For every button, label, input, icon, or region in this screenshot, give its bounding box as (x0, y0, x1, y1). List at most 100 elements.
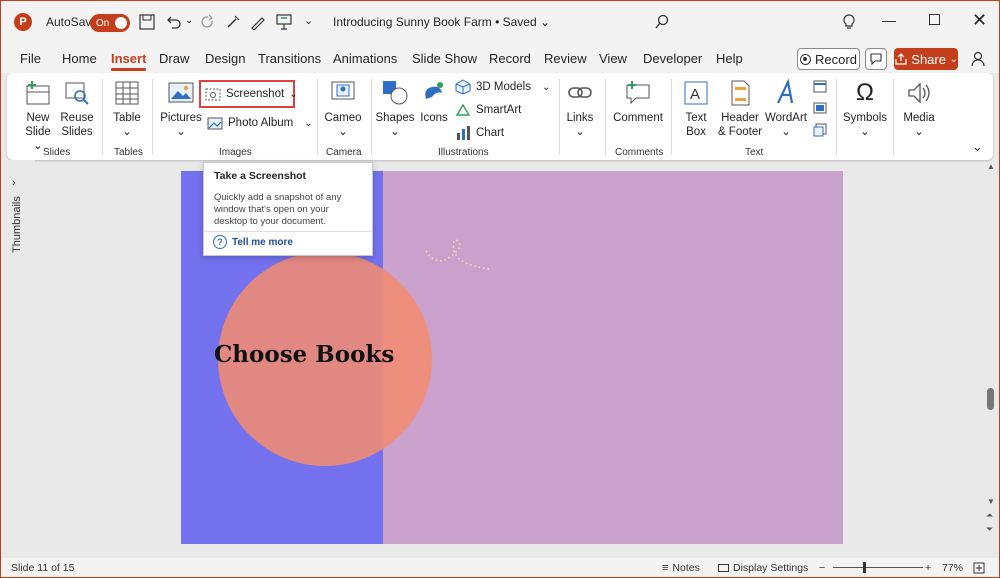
pen-icon[interactable] (250, 14, 266, 30)
screenshot-button[interactable]: Screenshot ⌄ (205, 86, 298, 102)
group-separator (317, 79, 318, 155)
text-box-button[interactable]: A Text Box (679, 79, 713, 139)
vertical-scrollbar[interactable]: ▲ ▼ ⏶ ⏷ (983, 160, 999, 558)
redo-icon[interactable] (200, 14, 216, 30)
chart-button[interactable]: Chart (455, 125, 504, 141)
shapes-icon (383, 81, 408, 105)
tab-transitions[interactable]: Transitions (258, 51, 321, 66)
table-button[interactable]: Table ⌄ (110, 79, 144, 139)
tab-record[interactable]: Record (489, 51, 531, 66)
group-label-slides: Slides (43, 147, 71, 158)
ribbon-expand-icon[interactable]: ⌄ (972, 139, 983, 155)
customize-qat-icon[interactable]: ⌄ (304, 14, 313, 27)
media-button[interactable]: Media ⌄ (899, 79, 939, 139)
new-slide-button[interactable]: New Slide ⌄ (21, 79, 55, 153)
tab-insert[interactable]: Insert (111, 51, 147, 71)
zoom-slider[interactable] (833, 567, 923, 568)
pictures-button[interactable]: Pictures ⌄ (160, 79, 202, 139)
tab-help[interactable]: Help (716, 51, 743, 66)
search-icon[interactable] (654, 14, 670, 30)
screenshot-tooltip: Take a Screenshot Quickly add a snapshot… (203, 162, 373, 256)
header-footer-button[interactable]: Header & Footer (717, 79, 763, 139)
record-button[interactable]: Record (797, 48, 860, 70)
scroll-down-icon[interactable]: ▼ (987, 497, 995, 506)
wordart-button[interactable]: WordArt ⌄ (765, 79, 807, 139)
tab-home[interactable]: Home (62, 51, 97, 66)
scroll-thumb[interactable] (987, 388, 994, 410)
group-label-text: Text (745, 147, 764, 158)
tab-slide-show[interactable]: Slide Show (412, 51, 477, 66)
format-painter-icon[interactable] (225, 14, 241, 30)
object-icon[interactable] (812, 122, 828, 138)
text-box-icon: A (684, 81, 708, 105)
dotted-flourish (425, 239, 491, 270)
undo-dropdown-icon[interactable]: ⌄ (185, 15, 193, 26)
autosave-toggle[interactable]: On (90, 14, 130, 32)
expand-thumbnails-icon[interactable]: › (12, 177, 16, 189)
save-icon[interactable] (139, 14, 155, 30)
cameo-button[interactable]: Cameo ⌄ (323, 79, 363, 139)
zoom-level[interactable]: 77% (942, 562, 963, 574)
minimize-icon[interactable]: — (882, 12, 896, 28)
thumbnails-label[interactable]: Thumbnails (11, 196, 23, 253)
lightbulb-icon[interactable] (842, 14, 856, 30)
title-chevron-icon: ⌄ (540, 15, 551, 29)
display-icon (718, 564, 729, 572)
tab-developer[interactable]: Developer (643, 51, 702, 66)
symbols-button[interactable]: Ω Symbols ⌄ (841, 79, 889, 139)
group-separator (152, 79, 153, 155)
slide-number-icon[interactable] (812, 100, 828, 116)
omega-icon: Ω (856, 79, 874, 106)
shapes-button[interactable]: Shapes ⌄ (375, 79, 415, 139)
group-label-tables: Tables (114, 147, 143, 158)
slide-title[interactable]: Choose Books (214, 341, 394, 368)
chart-icon (457, 126, 470, 140)
icons-button[interactable]: Icons (417, 79, 451, 125)
fit-to-window-icon[interactable] (972, 561, 986, 575)
scroll-up-icon[interactable]: ▲ (987, 162, 995, 171)
links-button[interactable]: Links ⌄ (563, 79, 597, 139)
share-button[interactable]: Share ⌄ (894, 48, 958, 70)
zoom-out-button[interactable]: − (819, 562, 825, 574)
tab-animations[interactable]: Animations (333, 51, 397, 66)
tab-review[interactable]: Review (544, 51, 587, 66)
reuse-slides-button[interactable]: Reuse Slides (60, 79, 94, 139)
close-icon[interactable]: ✕ (972, 10, 987, 31)
pictures-icon (168, 82, 194, 103)
tab-draw[interactable]: Draw (159, 51, 189, 66)
tab-design[interactable]: Design (205, 51, 245, 66)
group-separator (371, 79, 372, 155)
comments-button[interactable] (865, 48, 887, 70)
people-icon[interactable] (970, 50, 988, 68)
smartart-button[interactable]: SmartArt (455, 102, 521, 118)
tell-me-more-link[interactable]: ? Tell me more (213, 235, 293, 249)
next-slide-icon[interactable]: ⏷ (986, 524, 993, 535)
cameo-icon (331, 81, 355, 100)
tooltip-body: Quickly add a snapshot of any window tha… (214, 192, 342, 227)
display-settings-button[interactable]: Display Settings (718, 562, 808, 574)
group-separator (559, 79, 560, 155)
comment-button[interactable]: Comment (611, 79, 665, 125)
undo-icon[interactable] (165, 14, 181, 30)
share-icon (895, 53, 907, 65)
photo-album-icon (207, 117, 223, 130)
zoom-slider-thumb[interactable] (863, 562, 866, 573)
3d-models-button[interactable]: 3D Models ⌄ (455, 79, 550, 95)
previous-slide-icon[interactable]: ⏶ (986, 510, 993, 521)
toggle-knob (115, 17, 127, 29)
document-title[interactable]: Introducing Sunny Book Farm • Saved ⌄ (333, 1, 550, 43)
share-dropdown-icon: ⌄ (949, 53, 958, 65)
tooltip-title: Take a Screenshot (214, 170, 307, 182)
header-footer-icon (731, 80, 750, 106)
notes-button[interactable]: ≡ Notes (662, 562, 700, 574)
3d-cube-icon (455, 79, 471, 95)
date-time-icon[interactable] (812, 78, 828, 94)
group-label-camera: Camera (326, 147, 362, 158)
tab-file[interactable]: File (20, 51, 41, 66)
presenter-icon[interactable] (275, 13, 293, 31)
maximize-icon[interactable] (929, 14, 940, 25)
zoom-in-button[interactable]: + (925, 562, 931, 574)
photo-album-button[interactable]: Photo Album ⌄ (207, 115, 313, 131)
tab-view[interactable]: View (599, 51, 627, 66)
group-separator (893, 79, 894, 155)
